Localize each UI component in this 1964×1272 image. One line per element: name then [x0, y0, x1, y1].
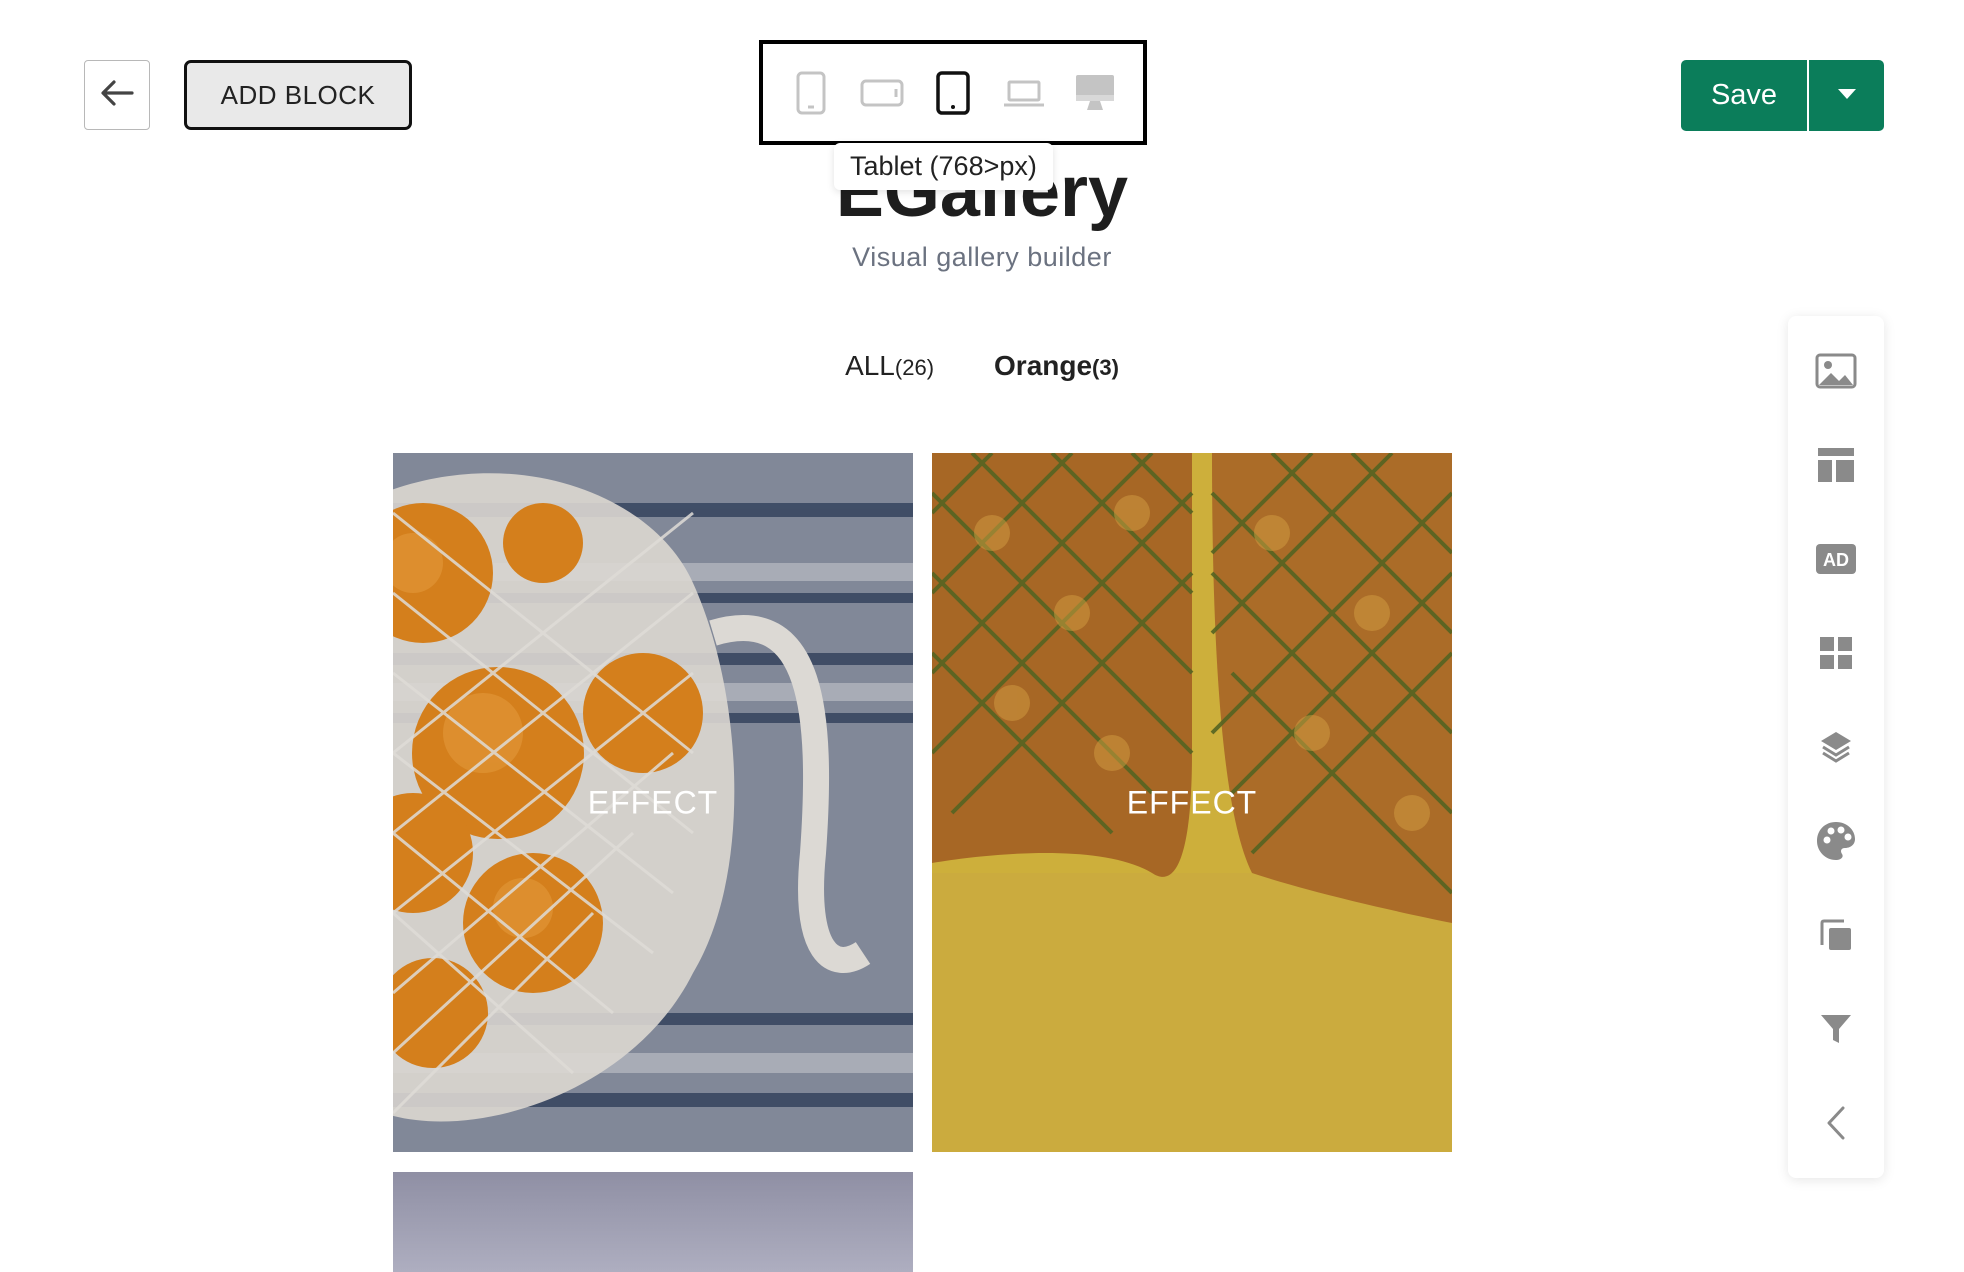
back-button[interactable] [84, 60, 150, 130]
arrow-left-icon [100, 79, 134, 112]
image-icon[interactable] [1812, 347, 1860, 395]
save-options-button[interactable] [1809, 60, 1884, 131]
save-button[interactable]: Save [1681, 60, 1809, 131]
filter-orange[interactable]: Orange(3) [994, 350, 1119, 382]
filter-label: Orange [994, 350, 1093, 381]
svg-text:AD: AD [1823, 550, 1849, 570]
page-subtitle: Visual gallery builder [852, 242, 1112, 272]
phone-portrait-icon[interactable] [781, 63, 841, 123]
filter-all[interactable]: ALL(26) [845, 350, 934, 382]
device-switcher [759, 40, 1147, 145]
device-tooltip: Tablet (768>px) [834, 143, 1053, 190]
filter-count: (26) [894, 355, 935, 380]
gallery-item-pineapples[interactable]: EFFECT [932, 453, 1452, 1152]
layout-icon[interactable] [1812, 441, 1860, 489]
tablet-icon[interactable] [923, 63, 983, 123]
add-block-button[interactable]: ADD BLOCK [184, 60, 412, 130]
phone-landscape-icon[interactable] [852, 63, 912, 123]
gallery-item-oranges[interactable]: EFFECT [393, 453, 913, 1152]
grid-icon[interactable] [1812, 629, 1860, 677]
filter-count: (3) [1092, 355, 1119, 380]
filter-label: ALL [845, 350, 895, 381]
laptop-icon[interactable] [994, 63, 1054, 123]
palette-icon[interactable] [1812, 817, 1860, 865]
save-button-group: Save [1681, 60, 1884, 131]
desktop-icon[interactable] [1065, 63, 1125, 123]
copy-icon[interactable] [1812, 911, 1860, 959]
ad-icon[interactable]: AD [1812, 535, 1860, 583]
gallery-item-partial[interactable] [393, 1172, 913, 1272]
effect-label: EFFECT [587, 784, 719, 820]
caret-down-icon [1837, 87, 1857, 105]
layers-icon[interactable] [1812, 723, 1860, 771]
side-toolbar: AD [1788, 316, 1884, 1178]
filter-icon[interactable] [1812, 1005, 1860, 1053]
partial-image [393, 1172, 913, 1272]
collapse-icon[interactable] [1812, 1099, 1860, 1147]
effect-label: EFFECT [1126, 784, 1258, 820]
filter-tabs: ALL(26) Orange(3) [0, 350, 1964, 382]
